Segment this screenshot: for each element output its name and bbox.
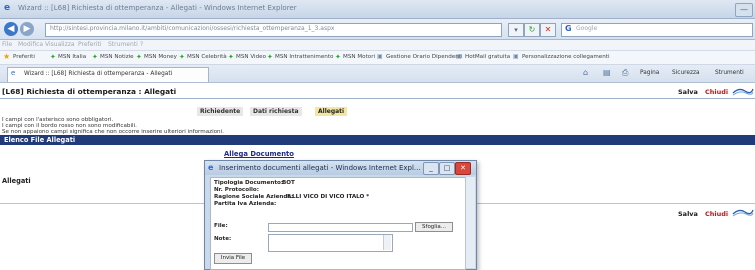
menu-preferiti[interactable]: Preferiti [78, 41, 102, 48]
invia-file-button[interactable]: Invia File [214, 253, 252, 264]
search-placeholder[interactable]: Google [576, 25, 597, 32]
protocollo-label: Nr. Protocollo: [214, 187, 260, 193]
chiudi-button[interactable]: Chiudi [705, 88, 728, 96]
address-dropdown-icon[interactable]: ▾ [508, 23, 524, 37]
ragione-value: F.LLI VICO DI VICO ITALO * [287, 194, 370, 200]
tab-allegati[interactable]: Allegati [315, 107, 348, 116]
favorites-star-icon[interactable]: ★ [3, 52, 10, 61]
sfoglia-button[interactable]: Sfoglia... [415, 222, 453, 232]
section-header-title: Elenco File Allegati [4, 136, 76, 144]
back-button[interactable]: ◀ [4, 22, 18, 36]
page-icon: ▣ [456, 53, 462, 60]
dialog-title: Inserimento documenti allegati - Windows… [219, 164, 421, 172]
file-label: File: [214, 223, 228, 229]
menu-file[interactable]: File [2, 41, 12, 48]
salva-button[interactable]: Salva [678, 88, 698, 96]
dialog-minimize-button[interactable]: _ [423, 162, 439, 175]
browser-tab-label[interactable]: Wizard :: [L68] Richiesta di ottemperanz… [24, 71, 172, 77]
address-url[interactable]: http://sintesi.provincia.milano.it/ambit… [50, 25, 490, 32]
fav-msn-celebrita[interactable]: MSN Celebrità [187, 54, 227, 60]
fav-msn-intrattenimento[interactable]: MSN Intrattenimento [275, 54, 333, 60]
msn-butterfly-icon: ✦ [92, 53, 98, 61]
menu-visualizza[interactable]: Visualizza [45, 41, 75, 48]
section-header [0, 135, 755, 145]
ie-logo-icon: e [4, 3, 11, 13]
home-icon[interactable]: ⌂ [583, 68, 588, 77]
ragione-label: Ragione Sociale Azienda: [214, 194, 294, 200]
forward-button[interactable]: ▶ [20, 22, 34, 36]
chiudi-button-bottom[interactable]: Chiudi [705, 210, 728, 218]
cmd-sicurezza[interactable]: Sicurezza [672, 70, 700, 76]
tipologia-value: BOT [282, 180, 295, 186]
dialog-close-button[interactable]: ✕ [455, 162, 471, 175]
window-title: Wizard :: [L68] Richiesta di ottemperanz… [18, 4, 297, 12]
tab-richiedente[interactable]: Richiedente [197, 107, 244, 116]
menu-strumenti[interactable]: Strumenti [108, 41, 138, 48]
note-textarea[interactable] [268, 234, 393, 252]
page-tab-icon: e [11, 69, 16, 77]
page-icon: ▣ [513, 53, 519, 60]
fav-msn-notizie[interactable]: MSN Notizie [100, 54, 134, 60]
menu-help[interactable]: ? [140, 41, 143, 48]
note-label: Note: [214, 236, 232, 242]
title-divider [0, 98, 755, 99]
cmd-strumenti[interactable]: Strumenti [715, 70, 744, 76]
page-title: [L68] Richiesta di ottemperanza : Allega… [2, 87, 177, 96]
msn-butterfly-icon: ✦ [335, 53, 341, 61]
file-path-input[interactable] [268, 223, 413, 232]
favorites-button[interactable]: Preferiti [13, 54, 35, 60]
allega-documento-link[interactable]: Allega Documento [224, 150, 294, 158]
fav-msn-motori[interactable]: MSN Motori [343, 54, 375, 60]
allegati-label: Allegati [2, 177, 31, 185]
msn-butterfly-icon: ✦ [179, 53, 185, 61]
fav-msn-money[interactable]: MSN Money [144, 54, 177, 60]
dialog-scrollbar[interactable] [465, 177, 475, 268]
page-icon: ▣ [377, 53, 383, 60]
msn-butterfly-icon: ✦ [50, 53, 56, 61]
piva-label: Partita Iva Azienda: [214, 201, 277, 207]
fav-msn-video[interactable]: MSN Video [236, 54, 266, 60]
sintesi-logo-icon [732, 88, 754, 96]
salva-button-bottom[interactable]: Salva [678, 210, 698, 218]
cmd-pagina[interactable]: Pagina [640, 70, 659, 76]
print-icon[interactable]: ⎙ [622, 68, 628, 78]
stop-icon[interactable]: ✕ [540, 23, 556, 37]
msn-butterfly-icon: ✦ [136, 53, 142, 61]
note-scrollbar[interactable] [383, 235, 391, 250]
dialog-maximize-button[interactable]: □ [439, 162, 455, 175]
ie-logo-icon: e [208, 163, 214, 172]
refresh-icon[interactable]: ↻ [524, 23, 540, 37]
minimize-window-button[interactable]: — [735, 3, 753, 17]
tipologia-label: Tipologia Documento: [214, 180, 284, 186]
fav-msn-italia[interactable]: MSN Italia [58, 54, 86, 60]
tab-dati-richiesta[interactable]: Dati richiesta [250, 107, 302, 116]
sintesi-logo-icon [732, 209, 754, 217]
msn-butterfly-icon: ✦ [267, 53, 273, 61]
feeds-icon[interactable]: ▤ [603, 68, 611, 77]
menu-modifica[interactable]: Modifica [18, 41, 43, 48]
msn-butterfly-icon: ✦ [228, 53, 234, 61]
fav-gestione-orario[interactable]: Gestione Orario Dipendenti [386, 54, 463, 60]
google-search-icon: G [565, 24, 572, 33]
fav-personalizzazione[interactable]: Personalizzazione collegamenti [522, 54, 610, 60]
fav-hotmail[interactable]: HotMail gratuita [465, 54, 510, 60]
